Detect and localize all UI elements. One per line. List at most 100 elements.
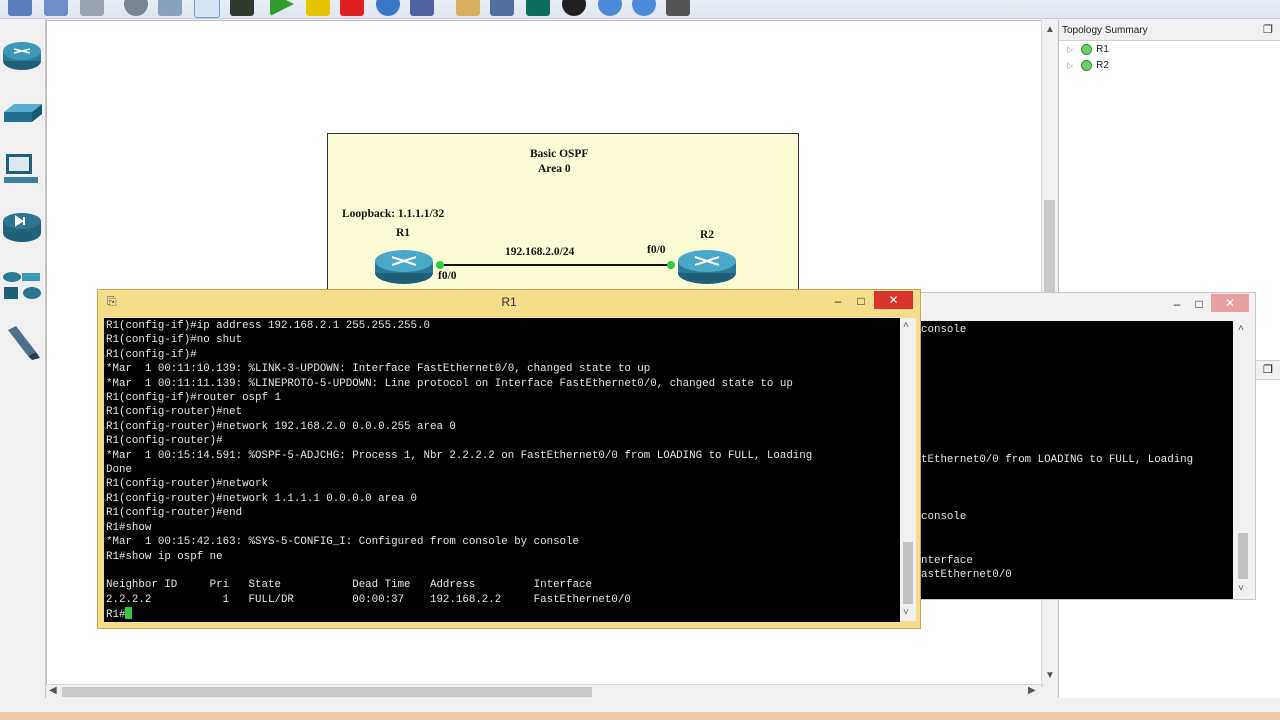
expand-arrow-icon[interactable]: ▷	[1067, 61, 1073, 70]
minimize-button[interactable]: –	[1167, 295, 1187, 313]
scroll-left-icon[interactable]: ◀	[49, 685, 57, 696]
r2-router-icon[interactable]	[677, 245, 737, 285]
scroll-down-icon[interactable]: ˅	[903, 607, 909, 618]
horizontal-scroll-thumb[interactable]	[62, 687, 592, 697]
scroll-down-icon[interactable]: ˅	[1238, 583, 1244, 594]
scroll-up-icon[interactable]: ˄	[903, 320, 909, 331]
switch-device-icon[interactable]	[2, 94, 42, 130]
zoom-out-icon[interactable]	[632, 0, 656, 16]
taskbar-strip	[0, 712, 1280, 720]
scroll-up-icon[interactable]: ▲	[1045, 24, 1055, 35]
cable-icon[interactable]	[2, 324, 42, 360]
background-console-scrollbar[interactable]: ˄ ˅	[1235, 321, 1251, 597]
loopback-label: Loopback: 1.1.1.1/32	[342, 208, 445, 220]
console-line: R1(config-router)#net	[106, 406, 243, 419]
r1-router-icon[interactable]	[374, 245, 434, 285]
console-prompt-line[interactable]: R1#	[106, 607, 900, 622]
console-line: 2.2.2.2 1 FULL/DR 00:00:37 192.168.2.2 F…	[106, 593, 631, 606]
all-devices-icon[interactable]	[2, 267, 42, 303]
save-icon[interactable]	[44, 0, 68, 16]
import-icon[interactable]	[158, 0, 182, 16]
scroll-down-icon[interactable]: ▼	[1045, 670, 1055, 681]
ethernet-link[interactable]	[440, 264, 672, 266]
console-line: console	[921, 511, 967, 524]
close-button[interactable]: ✕	[1211, 294, 1249, 312]
security-device-icon[interactable]	[2, 209, 42, 245]
console-line: tEthernet0/0 from LOADING to FULL, Loadi…	[921, 453, 1194, 466]
new-file-icon[interactable]	[8, 0, 32, 16]
end-device-icon[interactable]	[2, 152, 42, 188]
device-palette	[0, 19, 46, 710]
console-scroll-thumb[interactable]	[1238, 533, 1248, 579]
note-subtitle: Area 0	[538, 163, 571, 175]
restore-panel-icon[interactable]: ❐	[1263, 363, 1273, 376]
summary-title: Topology Summary	[1062, 25, 1148, 36]
r1-name-label: R1	[396, 227, 411, 239]
expand-arrow-icon[interactable]: ▷	[1067, 45, 1073, 54]
scroll-right-icon[interactable]: ▶	[1028, 685, 1036, 696]
summary-node-row[interactable]: ▷ R1	[1067, 44, 1109, 55]
background-console-output[interactable]: console tEthernet0/0 from LOADING to FUL…	[921, 321, 1233, 599]
console-line: R1(config-router)#network 192.168.2.0 0.…	[106, 420, 456, 433]
console-line: R1(config-if)#no shut	[106, 334, 243, 347]
zoom-in-icon[interactable]	[598, 0, 622, 16]
main-toolbar	[0, 0, 1280, 19]
text-cursor	[125, 607, 133, 620]
capture-icon[interactable]	[526, 0, 550, 16]
console-icon[interactable]	[194, 0, 220, 18]
console-line: nterface	[921, 554, 973, 567]
console-scroll-thumb[interactable]	[903, 542, 913, 604]
terminal-icon[interactable]	[230, 0, 254, 16]
console-window-title: R1	[501, 295, 517, 309]
rack-icon[interactable]	[562, 0, 586, 16]
maximize-button[interactable]: □	[851, 292, 871, 310]
stop-icon[interactable]	[340, 0, 364, 16]
reload-icon[interactable]	[376, 0, 400, 16]
minimize-button[interactable]: –	[828, 292, 848, 310]
console-line: R1#show	[106, 521, 152, 534]
console-line: *Mar 1 00:15:42.163: %SYS-5-CONFIG_I: Co…	[106, 536, 579, 549]
screenshot-icon[interactable]	[490, 0, 514, 16]
r1-port-status-dot	[436, 261, 444, 269]
r1-console-window[interactable]: ⎘ R1 – □ ✕ R1(config-if)#ip address 192.…	[97, 289, 921, 629]
start-icon[interactable]	[270, 0, 294, 16]
notepad-icon[interactable]	[456, 0, 480, 16]
console-line: R1(config-if)#	[106, 348, 197, 361]
summary-header: Topology Summary ❐	[1059, 20, 1280, 41]
r2-name-label: R2	[700, 229, 715, 241]
close-button[interactable]: ✕	[874, 291, 913, 309]
console-line: R1(config-router)#end	[106, 507, 243, 520]
canvas-horizontal-scrollbar[interactable]: ◀ ▶	[46, 684, 1041, 699]
router-device-icon[interactable]	[2, 37, 42, 73]
console-line: R1(config-router)#	[106, 435, 223, 448]
console-line: console	[921, 324, 967, 336]
summary-node-row[interactable]: ▷ R2	[1067, 60, 1109, 71]
background-console-window[interactable]: – □ ✕ console tEthernet0/0 from LOADING …	[908, 292, 1256, 600]
console-line: R1(config-router)#network 1.1.1.1 0.0.0.…	[106, 492, 418, 505]
note-title: Basic OSPF	[530, 148, 589, 160]
console-line: R1(config-router)#network	[106, 478, 268, 491]
r1-console-scrollbar[interactable]: ˄ ˅	[900, 318, 916, 621]
restore-panel-icon[interactable]: ❐	[1263, 23, 1273, 36]
shield-icon[interactable]	[410, 0, 434, 16]
pause-icon[interactable]	[306, 0, 330, 16]
summary-node-label: R1	[1096, 44, 1109, 56]
clock-icon[interactable]	[124, 0, 148, 16]
scroll-up-icon[interactable]: ˄	[1238, 323, 1244, 334]
link-subnet-label: 192.168.2.0/24	[505, 246, 575, 258]
r1-console-output[interactable]: R1(config-if)#ip address 192.168.2.1 255…	[104, 318, 900, 622]
console-line: *Mar 1 00:11:10.139: %LINK-3-UPDOWN: Int…	[106, 363, 651, 376]
maximize-button[interactable]: □	[1189, 295, 1209, 313]
snapshot-icon[interactable]	[80, 0, 104, 16]
console-line: R1(config-if)#ip address 192.168.2.1 255…	[106, 320, 430, 332]
camera-icon[interactable]	[666, 0, 690, 16]
